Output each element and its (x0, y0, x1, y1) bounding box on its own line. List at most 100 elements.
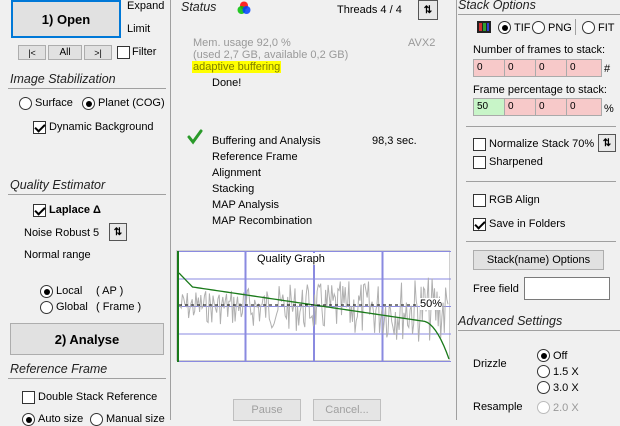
color-wheel-icon (237, 1, 251, 15)
normalize-checkbox[interactable] (473, 138, 486, 151)
threads-stepper[interactable]: ⇅ (418, 0, 438, 20)
percent-input[interactable]: 0 (504, 98, 536, 116)
divider (8, 88, 166, 89)
quality-graph-title: Quality Graph (255, 253, 327, 265)
drizzle-off-radio[interactable] (537, 349, 550, 362)
expand-label[interactable]: Expand (127, 0, 164, 12)
frames-label: Number of frames to stack: (473, 44, 606, 56)
surface-label: Surface (35, 97, 73, 109)
column-divider (456, 0, 457, 420)
quality-graph-svg (177, 251, 451, 362)
global-radio[interactable] (40, 301, 53, 314)
updown-arrows-icon: ⇅ (423, 4, 433, 16)
percent-input[interactable]: 0 (535, 98, 567, 116)
status-title: Status (181, 0, 217, 14)
threads-label: Threads 4 / 4 (337, 4, 402, 16)
format-fit-radio[interactable] (582, 21, 595, 34)
checkmark-icon (187, 129, 203, 148)
divider (575, 19, 576, 35)
double-stack-label: Double Stack Reference (38, 391, 158, 403)
updown-arrows-icon: ⇅ (113, 226, 123, 238)
local-label: Local (56, 285, 83, 297)
quality-estimator-title: Quality Estimator (10, 178, 106, 192)
planet-label: Planet (COG) (98, 97, 165, 109)
divider (458, 14, 620, 15)
mem-detail: (used 2,7 GB, available 0,2 GB) (193, 49, 349, 61)
nav-all-button[interactable]: All (48, 45, 82, 60)
nav-first-button[interactable]: |< (18, 45, 46, 60)
normalize-label: Normalize Stack 70% (489, 138, 595, 150)
double-stack-checkbox[interactable] (22, 391, 35, 404)
frames-input[interactable]: 0 (473, 59, 505, 77)
updown-arrows-icon: ⇅ (602, 137, 612, 149)
step-label: Buffering and Analysis (212, 135, 321, 147)
percent-label: Frame percentage to stack: (473, 84, 607, 96)
step-label: MAP Analysis (212, 199, 280, 211)
noise-robust-stepper[interactable]: ⇅ (109, 223, 127, 241)
filter-label: Filter (132, 46, 157, 58)
open-button[interactable]: 1) Open (11, 0, 121, 38)
surface-radio[interactable] (19, 97, 32, 110)
drizzle-15-label: 1.5 X (553, 366, 579, 378)
rgb-align-checkbox[interactable] (473, 194, 486, 207)
column-divider (170, 0, 171, 420)
done-label: Done! (212, 77, 242, 89)
sharpened-checkbox[interactable] (473, 156, 486, 169)
format-tif-label: TIF (514, 22, 531, 34)
resample-20-radio[interactable] (537, 401, 550, 414)
rgb-align-label: RGB Align (489, 194, 540, 206)
limit-label[interactable]: Limit (127, 23, 150, 35)
percent-input[interactable]: 0 (566, 98, 602, 116)
step-label: MAP Recombination (212, 215, 313, 227)
step-label: Stacking (212, 183, 255, 195)
adaptive-buffering-label: adaptive buffering (192, 61, 282, 73)
pause-button[interactable]: Pause (233, 399, 301, 421)
normalize-stepper[interactable]: ⇅ (598, 134, 616, 152)
reference-frame-title: Reference Frame (10, 362, 108, 376)
dynamic-background-checkbox[interactable] (33, 121, 46, 134)
format-fit-label: FIT (598, 22, 615, 34)
frames-input[interactable]: 0 (535, 59, 567, 77)
image-stabilization-title: Image Stabilization (10, 72, 116, 86)
resample-20-label: 2.0 X (553, 402, 579, 414)
save-folders-checkbox[interactable] (473, 218, 486, 231)
quality-graph-marker-label: 50% (420, 298, 443, 310)
divider (466, 241, 616, 242)
mem-usage: Mem. usage 92,0 % (193, 37, 291, 49)
analyse-button[interactable]: 2) Analyse (10, 323, 164, 355)
dynamic-background-label: Dynamic Background (49, 121, 154, 133)
global-frame-label: ( Frame ) (96, 301, 142, 313)
resample-label: Resample (473, 401, 523, 413)
drizzle-30-radio[interactable] (537, 381, 550, 394)
frames-input[interactable]: 0 (504, 59, 536, 77)
planet-radio[interactable] (82, 97, 95, 110)
local-radio[interactable] (40, 285, 53, 298)
advanced-settings-title: Advanced Settings (458, 314, 563, 328)
divider (8, 378, 166, 379)
divider (458, 330, 620, 331)
frames-input[interactable]: 0 (566, 59, 602, 77)
format-tif-radio[interactable] (498, 21, 511, 34)
frames-suffix: # (604, 63, 611, 75)
laplace-checkbox[interactable] (33, 204, 46, 217)
percent-suffix: % (604, 103, 614, 115)
cancel-button[interactable]: Cancel... (313, 399, 381, 421)
drizzle-30-label: 3.0 X (553, 382, 579, 394)
filter-checkbox[interactable] (117, 46, 130, 59)
quality-graph: Quality Graph 50% (176, 250, 451, 362)
normal-range-label: Normal range (24, 249, 91, 261)
global-label: Global (56, 301, 88, 313)
step-label: Reference Frame (212, 151, 298, 163)
free-field-input[interactable] (524, 277, 610, 300)
nav-last-button[interactable]: >| (84, 45, 112, 60)
drizzle-15-radio[interactable] (537, 365, 550, 378)
local-ap-label: ( AP ) (96, 285, 124, 297)
format-png-radio[interactable] (532, 21, 545, 34)
percent-input[interactable]: 50 (473, 98, 505, 116)
free-field-label: Free field (473, 283, 519, 295)
sharpened-label: Sharpened (489, 156, 543, 168)
drizzle-off-label: Off (553, 350, 568, 362)
stack-name-options-button[interactable]: Stack(name) Options (473, 250, 604, 270)
drizzle-label: Drizzle (473, 358, 507, 370)
noise-robust-label: Noise Robust (24, 227, 91, 239)
